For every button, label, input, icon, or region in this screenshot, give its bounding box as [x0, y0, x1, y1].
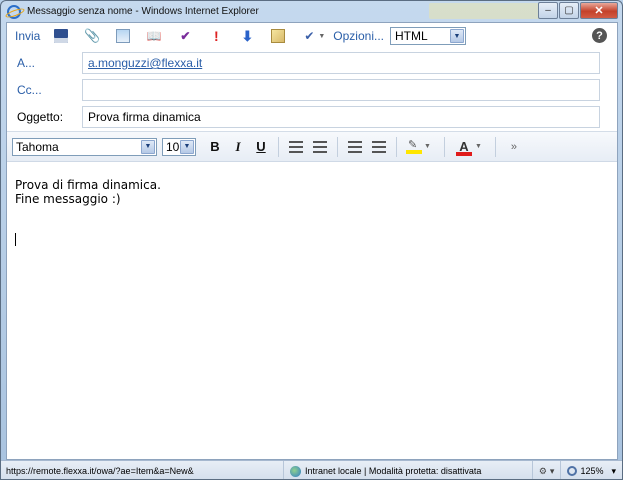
- highlight-icon[interactable]: [406, 138, 422, 154]
- status-url: https://remote.flexxa.it/owa/?ae=Item&a=…: [1, 461, 284, 479]
- subject-field[interactable]: Prova firma dinamica: [82, 106, 600, 128]
- italic-button[interactable]: I: [227, 139, 249, 155]
- browser-window: Messaggio senza nome - Windows Internet …: [0, 0, 623, 480]
- to-field[interactable]: a.monguzzi@flexxa.it: [82, 52, 600, 74]
- message-format-value: HTML: [395, 29, 428, 43]
- chevron-down-icon[interactable]: ▼: [141, 139, 155, 154]
- low-importance-icon[interactable]: ⬇: [240, 28, 254, 44]
- zoom-control[interactable]: 125% ▾: [561, 461, 622, 479]
- security-zone[interactable]: Intranet locale | Modalità protetta: dis…: [284, 461, 533, 479]
- toolbar-separator: [494, 136, 496, 157]
- security-zone-label: Intranet locale | Modalità protetta: dis…: [305, 466, 482, 476]
- send-button[interactable]: Invia: [15, 29, 40, 43]
- internet-explorer-icon: [7, 4, 21, 19]
- font-size-select[interactable]: 10 ▼: [162, 137, 196, 156]
- spell-check-icon[interactable]: ✔: [302, 29, 316, 43]
- text-cursor: [15, 233, 16, 246]
- font-family-select[interactable]: Tahoma ▼: [12, 137, 157, 156]
- chevron-down-icon[interactable]: ▾: [611, 466, 616, 477]
- toolbar-separator: [278, 136, 279, 157]
- message-line: Fine messaggio :): [15, 192, 121, 206]
- window-controls: – ▢ ✕: [537, 2, 618, 19]
- chevron-down-icon[interactable]: ▾: [550, 466, 555, 477]
- message-line: Prova di firma dinamica.: [15, 178, 161, 192]
- background-window-ghost: [429, 3, 547, 19]
- font-size-value: 10: [166, 139, 180, 154]
- magnifier-icon: [567, 466, 578, 476]
- more-options-icon[interactable]: »: [511, 141, 517, 153]
- close-button[interactable]: ✕: [580, 2, 618, 19]
- underline-button[interactable]: U: [250, 139, 272, 154]
- cc-button[interactable]: Cc...: [17, 83, 42, 97]
- font-family-value: Tahoma: [16, 139, 59, 154]
- to-button[interactable]: A...: [17, 56, 35, 70]
- bulleted-list-icon[interactable]: [289, 140, 303, 153]
- subject-label: Oggetto:: [17, 110, 64, 124]
- message-format-select[interactable]: HTML ▼: [390, 27, 466, 45]
- compose-toolbar: Invia 📎 📖 ✔ ! ⬇ ✔ ▼ Opzioni... HTML ▼ ?: [7, 23, 617, 49]
- help-icon[interactable]: ?: [592, 28, 607, 43]
- minimize-button[interactable]: –: [538, 2, 558, 19]
- formatting-toolbar: Tahoma ▼ 10 ▼ B I U ▼ A ▼ »: [7, 131, 617, 162]
- address-book-icon[interactable]: 📖: [147, 29, 162, 43]
- chevron-down-icon[interactable]: ▼: [180, 139, 194, 154]
- message-body[interactable]: Prova di firma dinamica. Fine messaggio …: [7, 162, 617, 459]
- toolbar-separator: [337, 136, 338, 157]
- window-title: Messaggio senza nome - Windows Internet …: [27, 6, 259, 17]
- toolbar-separator: [396, 136, 397, 157]
- decrease-indent-icon[interactable]: [348, 140, 362, 153]
- high-importance-icon[interactable]: !: [209, 28, 223, 44]
- popup-settings-icon[interactable]: ⚙: [539, 466, 547, 477]
- to-row: A... a.monguzzi@flexxa.it: [7, 50, 617, 78]
- font-color-dropdown-icon[interactable]: ▼: [475, 143, 482, 150]
- zoom-level: 125%: [580, 466, 604, 476]
- numbered-list-icon[interactable]: [313, 140, 327, 153]
- spell-check-dropdown-icon[interactable]: ▼: [318, 33, 325, 40]
- status-bar: https://remote.flexxa.it/owa/?ae=Item&a=…: [1, 460, 622, 479]
- font-color-icon[interactable]: A: [455, 139, 472, 156]
- highlight-dropdown-icon[interactable]: ▼: [424, 143, 431, 150]
- check-names-icon[interactable]: ✔: [178, 29, 192, 43]
- subject-row: Oggetto: Prova firma dinamica: [7, 104, 617, 132]
- attachment-icon[interactable]: 📎: [84, 28, 100, 43]
- cc-field[interactable]: [82, 79, 600, 101]
- title-bar[interactable]: Messaggio senza nome - Windows Internet …: [1, 1, 622, 22]
- compose-form: Invia 📎 📖 ✔ ! ⬇ ✔ ▼ Opzioni... HTML ▼ ? …: [6, 22, 618, 460]
- chevron-down-icon[interactable]: ▼: [450, 29, 464, 43]
- insert-image-icon[interactable]: [116, 29, 131, 43]
- status-tools[interactable]: ⚙ ▾: [533, 461, 562, 479]
- recipient-link[interactable]: a.monguzzi@flexxa.it: [88, 56, 202, 70]
- save-icon[interactable]: [54, 29, 69, 43]
- globe-icon: [290, 465, 301, 477]
- cc-row: Cc...: [7, 77, 617, 105]
- maximize-button[interactable]: ▢: [559, 2, 579, 19]
- options-button[interactable]: Opzioni...: [333, 29, 384, 43]
- signature-icon[interactable]: [271, 29, 286, 43]
- bold-button[interactable]: B: [204, 139, 226, 154]
- increase-indent-icon[interactable]: [372, 140, 386, 153]
- toolbar-separator: [443, 136, 445, 157]
